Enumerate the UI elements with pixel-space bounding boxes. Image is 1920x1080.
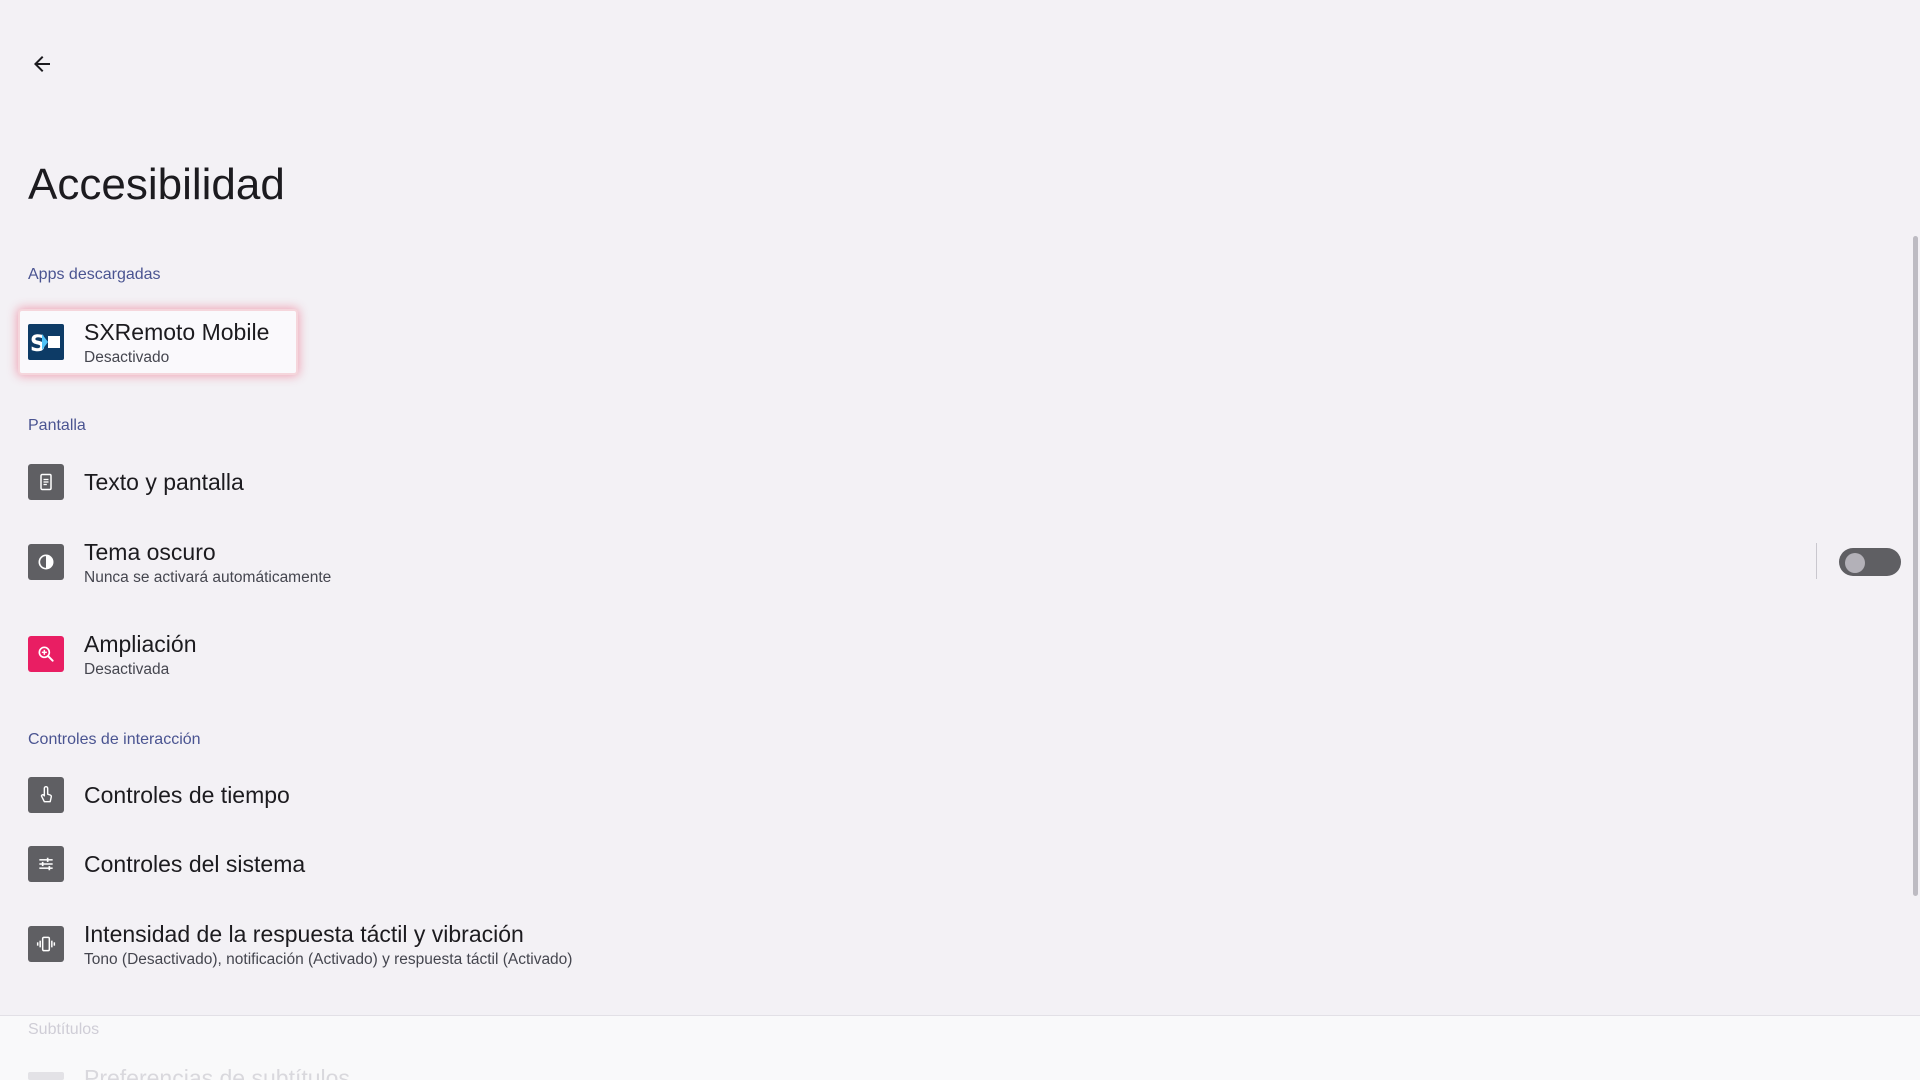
vibration-icon (28, 926, 64, 962)
text-display-icon (28, 464, 64, 500)
item-title: Texto y pantalla (84, 469, 244, 495)
text-and-display-item[interactable]: Texto y pantalla (20, 460, 244, 504)
magnification-item[interactable]: Ampliación Desactivada (20, 629, 197, 679)
item-title: Preferencias de subtítulos (84, 1065, 350, 1080)
dark-theme-toggle[interactable] (1839, 548, 1901, 576)
back-button[interactable] (22, 44, 62, 84)
item-title: Tema oscuro (84, 538, 216, 565)
toggle-divider (1816, 543, 1817, 579)
system-controls-item[interactable]: Controles del sistema (20, 842, 305, 886)
item-subtitle: Tono (Desactivado), notificación (Activa… (84, 950, 573, 968)
magnification-icon (28, 636, 64, 672)
dark-theme-icon (28, 544, 64, 580)
timing-controls-icon (28, 777, 64, 813)
item-title: Controles del sistema (84, 851, 306, 877)
item-title: Ampliación (84, 630, 197, 657)
scrollbar[interactable] (1913, 236, 1918, 896)
timing-controls-item[interactable]: Controles de tiempo (20, 773, 290, 817)
section-header-display: Pantalla (28, 417, 86, 434)
section-header-interaction-controls: Controles de interacción (28, 731, 201, 748)
arrow-back-icon (34, 56, 50, 72)
item-subtitle: Nunca se activará automáticamente (84, 568, 332, 586)
section-header-captions: Subtítulos (28, 1021, 100, 1038)
sxremoto-app-icon: S (28, 324, 64, 360)
sxremoto-mobile-item[interactable]: S SXRemoto Mobile Desactivado (20, 311, 296, 373)
item-subtitle: Desactivada (84, 660, 170, 678)
item-title: Intensidad de la respuesta táctil y vibr… (84, 920, 524, 947)
haptic-vibration-item[interactable]: Intensidad de la respuesta táctil y vibr… (20, 919, 572, 969)
item-title: SXRemoto Mobile (84, 318, 270, 345)
item-title: Controles de tiempo (84, 782, 290, 808)
item-subtitle: Desactivado (84, 348, 170, 366)
section-header-downloaded-apps: Apps descargadas (28, 266, 161, 283)
system-controls-icon (28, 846, 64, 882)
captions-icon (28, 1072, 64, 1080)
captions-preferences-item[interactable]: Preferencias de subtítulos (28, 1065, 350, 1080)
page-title: Accesibilidad (28, 160, 285, 209)
accessibility-settings-page: Accesibilidad Apps descargadas S SXRemot… (0, 0, 1920, 1080)
toggle-knob (1845, 553, 1865, 573)
dark-theme-item[interactable]: Tema oscuro Nunca se activará automática… (20, 537, 331, 587)
